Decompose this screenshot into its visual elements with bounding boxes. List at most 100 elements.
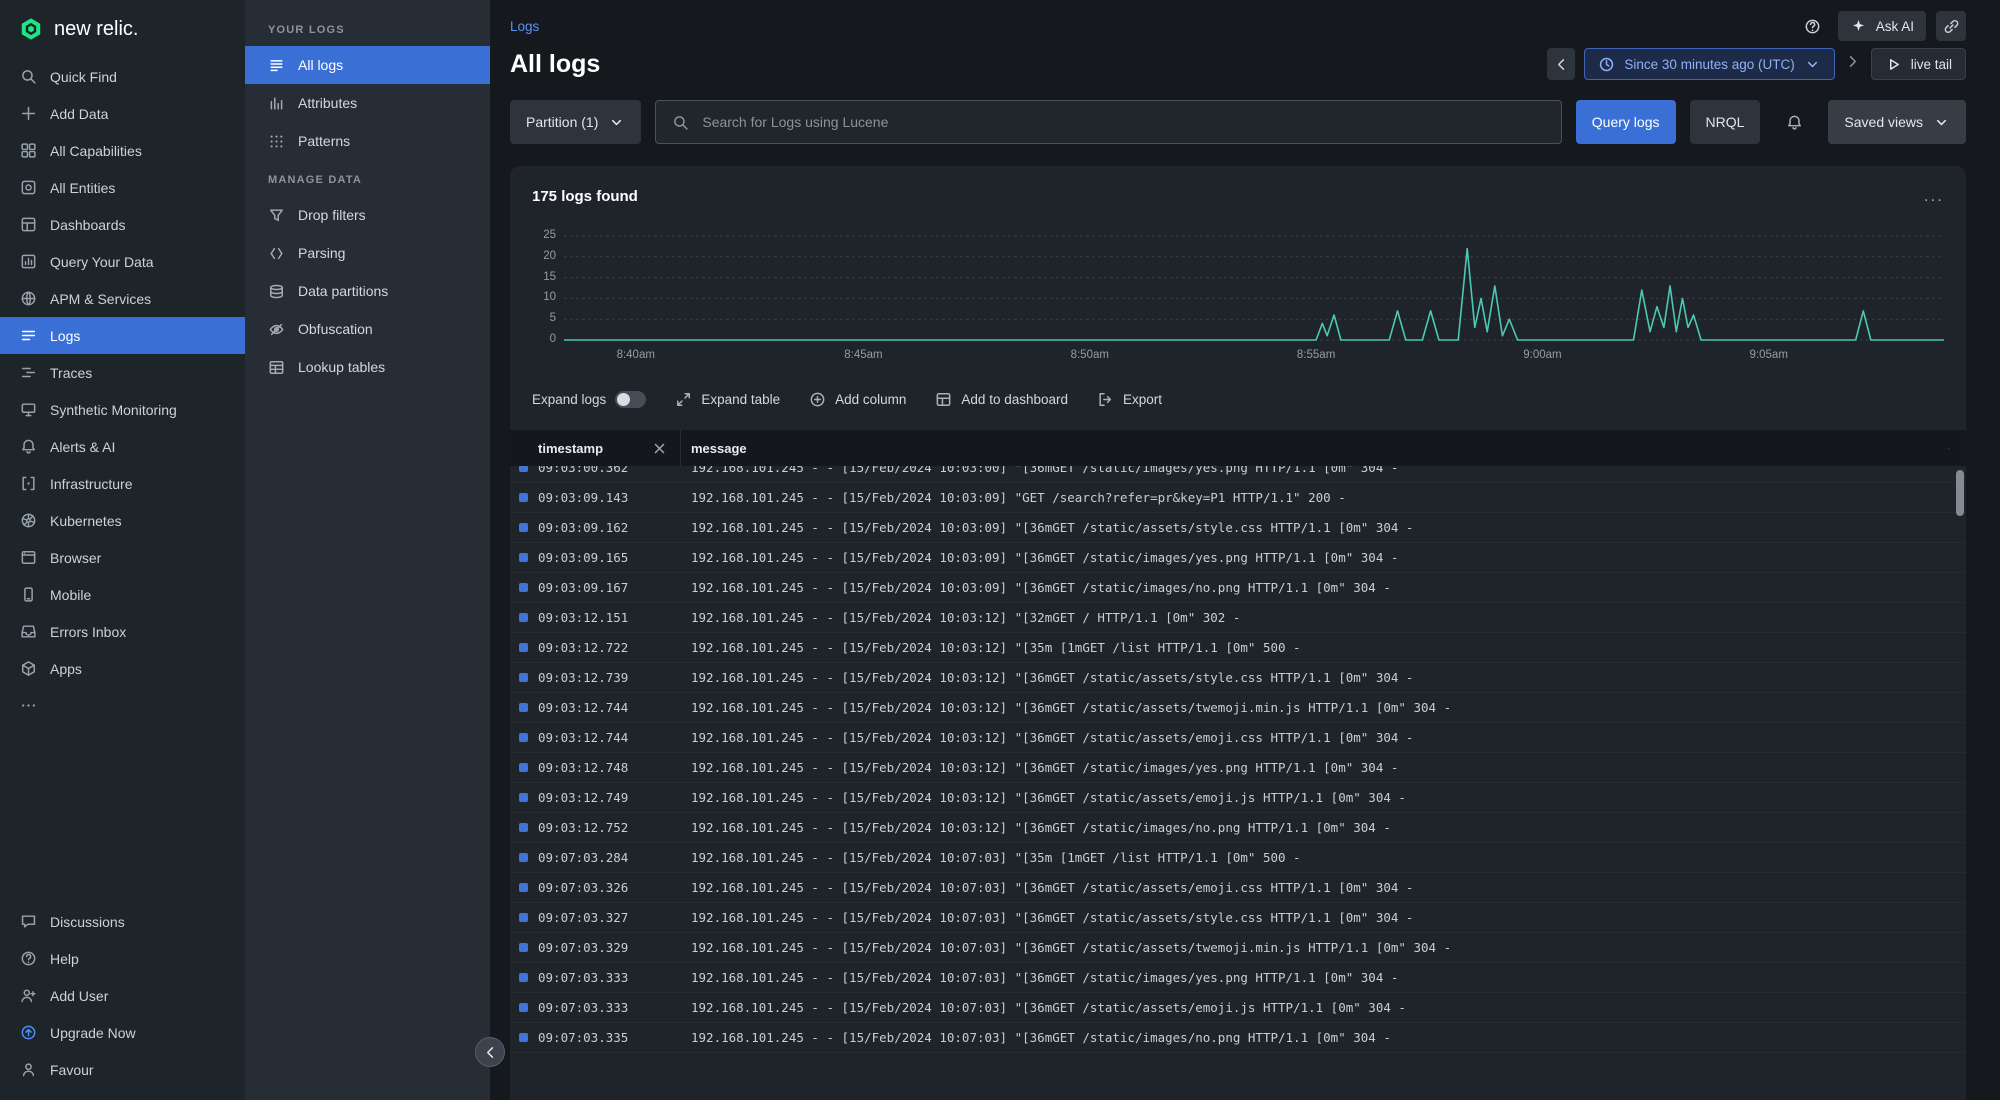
expand-logs-toggle[interactable]: Expand logs [532,391,646,408]
log-row[interactable]: 09:03:09.167192.168.101.245 - - [15/Feb/… [510,573,1966,603]
log-timestamp: 09:07:03.335 [528,1030,681,1045]
log-level-icon [519,823,528,832]
log-message: 192.168.101.245 - - [15/Feb/2024 10:07:0… [681,940,1451,955]
logs-histogram[interactable]: 0510152025 8:40am8:45am8:50am8:55am9:00a… [532,230,1944,366]
chart-plot[interactable] [564,230,1944,342]
lucene-search-box[interactable] [655,100,1561,144]
log-row[interactable]: 09:03:09.165192.168.101.245 - - [15/Feb/… [510,543,1966,573]
saved-views-dropdown[interactable]: Saved views [1828,100,1966,144]
sidebar-item-add-data[interactable]: Add Data [0,95,245,132]
log-row[interactable]: 09:03:12.744192.168.101.245 - - [15/Feb/… [510,723,1966,753]
sidebar-item-apm-services[interactable]: APM & Services [0,280,245,317]
subnav-item-patterns[interactable]: Patterns [245,122,490,160]
log-row[interactable]: 09:03:12.739192.168.101.245 - - [15/Feb/… [510,663,1966,693]
sidebar-footer-help[interactable]: Help [0,940,245,977]
help-button[interactable] [1798,11,1828,41]
sidebar-item-infrastructure[interactable]: Infrastructure [0,465,245,502]
log-row[interactable]: 09:03:12.151192.168.101.245 - - [15/Feb/… [510,603,1966,633]
time-forward-button[interactable] [1844,53,1862,76]
sidebar-item-errors-inbox[interactable]: Errors Inbox [0,613,245,650]
copy-link-button[interactable] [1936,11,1966,41]
app-window: new relic. Quick FindAdd DataAll Capabil… [0,0,2000,1100]
alert-bell-button[interactable] [1774,100,1814,144]
toggle-off-icon[interactable] [615,391,646,408]
sidebar-item-query-your-data[interactable]: Query Your Data [0,243,245,280]
log-row[interactable]: 09:07:03.326192.168.101.245 - - [15/Feb/… [510,873,1966,903]
sidebar-footer-favour[interactable]: Favour [0,1051,245,1088]
add-user-icon [19,987,37,1005]
export-button[interactable]: Export [1096,390,1162,408]
grid-icon [19,142,37,160]
sidebar-item-all-entities[interactable]: All Entities [0,169,245,206]
close-icon[interactable] [650,439,668,457]
sidebar-footer-discussions[interactable]: Discussions [0,903,245,940]
collapse-subnav-button[interactable] [475,1037,505,1067]
log-row[interactable]: 09:03:12.752192.168.101.245 - - [15/Feb/… [510,813,1966,843]
log-message: 192.168.101.245 - - [15/Feb/2024 10:07:0… [681,910,1413,925]
lucene-search-input[interactable] [700,113,1545,131]
sidebar-item-logs[interactable]: Logs [0,317,245,354]
subnav-item-parsing[interactable]: Parsing [245,234,490,272]
breadcrumb[interactable]: Logs [510,19,539,34]
log-message: 192.168.101.245 - - [15/Feb/2024 10:03:1… [681,700,1451,715]
time-back-button[interactable] [1547,48,1575,80]
sidebar-item-quick-find[interactable]: Quick Find [0,58,245,95]
query-logs-button[interactable]: Query logs [1576,100,1676,144]
log-row[interactable]: 09:07:03.333192.168.101.245 - - [15/Feb/… [510,993,1966,1023]
log-level-icon [519,493,528,502]
sidebar-footer-upgrade-now[interactable]: Upgrade Now [0,1014,245,1051]
new-relic-logo[interactable]: new relic. [0,0,245,58]
sidebar-item-alerts-ai[interactable]: Alerts & AI [0,428,245,465]
logs-results-card: 175 logs found ... 0510152025 8:40am8:45… [510,166,1966,1100]
subnav-item-attributes[interactable]: Attributes [245,84,490,122]
sidebar-item-traces[interactable]: Traces [0,354,245,391]
column-header-message[interactable]: message [691,441,747,456]
log-row[interactable]: 09:03:00.362192.168.101.245 - - [15/Feb/… [510,466,1966,483]
add-to-dashboard-button[interactable]: Add to dashboard [934,390,1068,408]
nrql-button[interactable]: NRQL [1690,100,1761,144]
partition-dropdown[interactable]: Partition (1) [510,100,641,144]
log-row[interactable]: 09:07:03.327192.168.101.245 - - [15/Feb/… [510,903,1966,933]
ask-ai-button[interactable]: Ask AI [1838,11,1926,41]
column-header-timestamp[interactable]: timestamp [538,441,603,456]
ask-ai-label: Ask AI [1876,19,1914,34]
sidebar-item-dashboards[interactable]: Dashboards [0,206,245,243]
log-row[interactable]: 09:03:12.749192.168.101.245 - - [15/Feb/… [510,783,1966,813]
log-row[interactable]: 09:07:03.333192.168.101.245 - - [15/Feb/… [510,963,1966,993]
subnav-item-drop-filters[interactable]: Drop filters [245,196,490,234]
log-row[interactable]: 09:07:03.335192.168.101.245 - - [15/Feb/… [510,1023,1966,1053]
sidebar-item-kubernetes[interactable]: Kubernetes [0,502,245,539]
live-tail-button[interactable]: live tail [1871,48,1966,80]
sidebar-footer-add-user[interactable]: Add User [0,977,245,1014]
log-row[interactable]: 09:07:03.329192.168.101.245 - - [15/Feb/… [510,933,1966,963]
sidebar-item-all-capabilities[interactable]: All Capabilities [0,132,245,169]
sidebar-item-synthetic-monitoring[interactable]: Synthetic Monitoring [0,391,245,428]
log-row[interactable]: 09:03:12.744192.168.101.245 - - [15/Feb/… [510,693,1966,723]
sidebar-item-mobile[interactable]: Mobile [0,576,245,613]
add-to-dashboard-label: Add to dashboard [961,392,1068,407]
expand-table-button[interactable]: Expand table [674,390,780,408]
table-scrollbar[interactable] [1956,470,1964,516]
log-row[interactable]: 09:07:03.284192.168.101.245 - - [15/Feb/… [510,843,1966,873]
time-range-picker[interactable]: Since 30 minutes ago (UTC) [1584,48,1834,80]
subnav-item-label: Drop filters [298,207,366,223]
main-content: Logs Ask AI All logs Since 30 minutes ag… [490,0,2000,1100]
log-row[interactable]: 09:03:09.143192.168.101.245 - - [15/Feb/… [510,483,1966,513]
log-row[interactable]: 09:03:09.162192.168.101.245 - - [15/Feb/… [510,513,1966,543]
sidebar-item-apps[interactable]: Apps [0,650,245,687]
sidebar-item-browser[interactable]: Browser [0,539,245,576]
y-tick-label: 5 [550,312,556,324]
upgrade-icon [19,1024,37,1042]
subnav-item-data-partitions[interactable]: Data partitions [245,272,490,310]
sidebar-item-more[interactable] [0,687,245,724]
subnav-item-lookup-tables[interactable]: Lookup tables [245,348,490,386]
subnav-item-obfuscation[interactable]: Obfuscation [245,310,490,348]
log-row[interactable]: 09:03:12.748192.168.101.245 - - [15/Feb/… [510,753,1966,783]
close-icon[interactable] [1948,439,1966,457]
card-more-menu[interactable]: ... [1924,186,1944,206]
sidebar-item-label: Logs [50,328,80,344]
add-column-button[interactable]: Add column [808,390,906,408]
export-label: Export [1123,392,1162,407]
subnav-item-all-logs[interactable]: All logs [245,46,490,84]
log-row[interactable]: 09:03:12.722192.168.101.245 - - [15/Feb/… [510,633,1966,663]
